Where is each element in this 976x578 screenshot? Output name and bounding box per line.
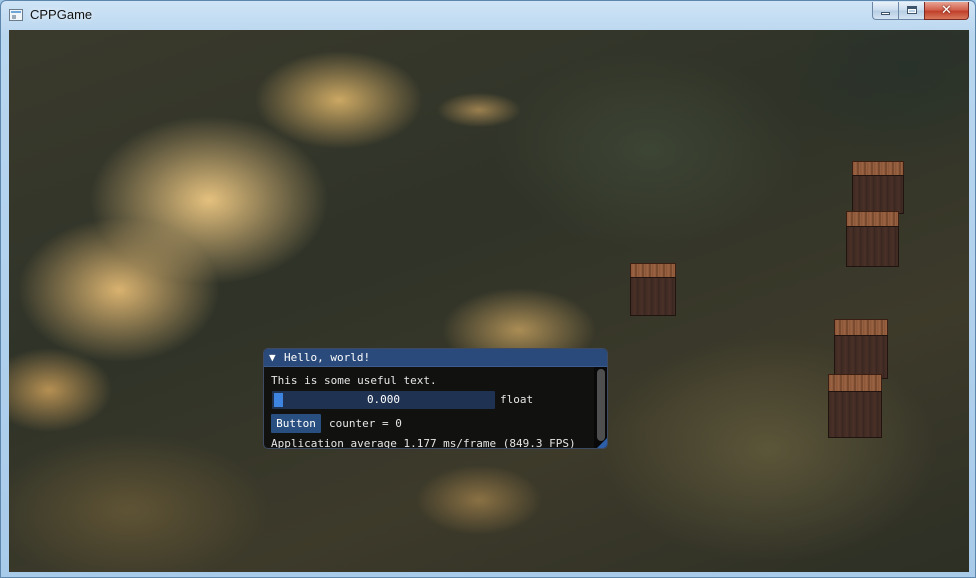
float-slider[interactable]: 0.000	[272, 391, 495, 409]
slider-label: float	[500, 393, 534, 406]
app-window: CPPGame ✕ ▼ Hello, world! This is some u…	[0, 0, 976, 578]
close-icon: ✕	[941, 3, 952, 18]
slider-value: 0.000	[366, 393, 401, 406]
collapse-arrow-icon[interactable]: ▼	[269, 351, 276, 364]
maximize-icon	[907, 6, 917, 14]
counter-text: counter = 0	[329, 417, 402, 430]
imgui-window-title: Hello, world!	[284, 351, 371, 364]
crate	[828, 374, 882, 438]
crate	[630, 263, 676, 316]
imgui-button[interactable]: Button	[271, 414, 321, 433]
crate	[834, 319, 888, 379]
caption-buttons: ✕	[872, 2, 969, 20]
imgui-hello-window[interactable]: ▼ Hello, world! This is some useful text…	[263, 348, 608, 449]
window-title: CPPGame	[30, 7, 93, 22]
fps-text: Application average 1.177 ms/frame (849.…	[271, 437, 576, 449]
imgui-body: This is some useful text. 0.000 float Bu…	[271, 367, 593, 449]
minimize-icon	[881, 12, 890, 15]
game-viewport[interactable]	[9, 30, 969, 572]
resize-grip-icon[interactable]	[597, 438, 607, 448]
maximize-button[interactable]	[898, 2, 924, 20]
skybox-clouds	[9, 30, 969, 572]
minimize-button[interactable]	[872, 2, 898, 20]
scrollbar-grab[interactable]	[597, 369, 605, 441]
app-icon[interactable]	[9, 9, 23, 21]
useful-text: This is some useful text.	[271, 374, 437, 387]
crate	[846, 211, 899, 267]
imgui-scrollbar[interactable]	[594, 367, 607, 448]
crate	[852, 161, 904, 214]
title-bar[interactable]: CPPGame ✕	[1, 1, 975, 30]
close-button[interactable]: ✕	[924, 2, 969, 20]
imgui-title-bar[interactable]: ▼ Hello, world!	[264, 349, 607, 367]
